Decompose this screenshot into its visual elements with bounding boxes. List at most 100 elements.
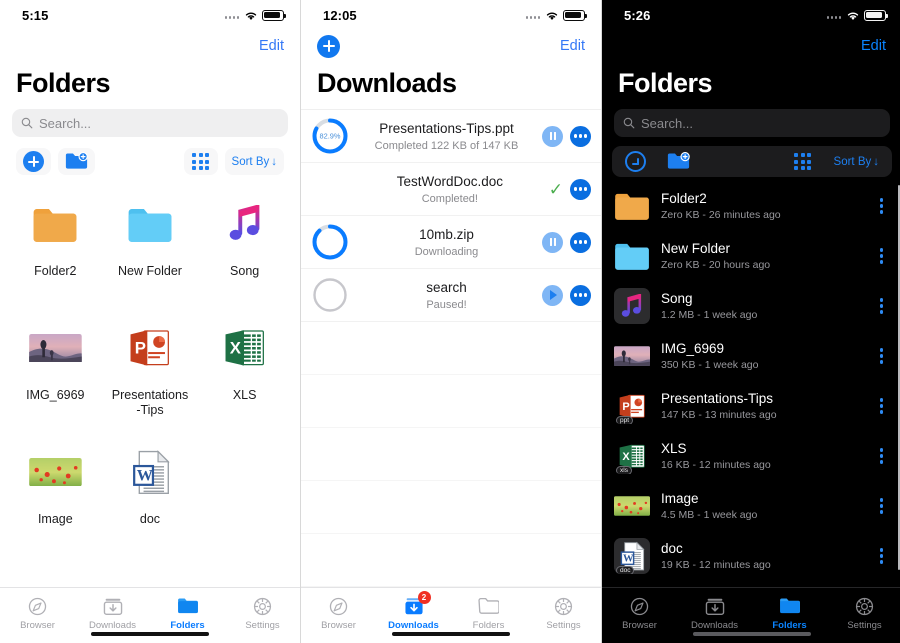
tab-folders[interactable]: Folders [752, 595, 827, 631]
row-menu-button[interactable] [877, 194, 886, 217]
row-menu-button[interactable] [877, 444, 886, 467]
grid-view-button[interactable] [786, 148, 820, 175]
progress-ring: 82.9% [312, 118, 348, 154]
folder-item-label: Image [37, 512, 73, 526]
add-button[interactable] [16, 148, 51, 175]
folder-grid-item[interactable]: Song [197, 187, 292, 311]
folder-icon [177, 595, 198, 617]
folder-item-label: doc [139, 512, 161, 526]
pause-button[interactable] [542, 231, 563, 253]
sort-by-button[interactable]: Sort By ↓ [224, 148, 284, 175]
search-input[interactable]: Search... [614, 109, 890, 137]
svg-text:X: X [230, 339, 242, 358]
tab-settings[interactable]: Settings [225, 595, 300, 631]
folder-grid-item[interactable]: IMG_6969 [8, 311, 103, 435]
tab-browser[interactable]: Browser [602, 595, 677, 631]
download-row[interactable]: TestWordDoc.doc Completed! ✓ [301, 163, 601, 216]
home-indicator[interactable] [693, 632, 811, 636]
grid-view-button[interactable] [183, 148, 218, 175]
file-list-item[interactable]: Pppt Presentations-Tips 147 KB - 13 minu… [602, 381, 900, 431]
row-menu-button[interactable] [877, 394, 886, 417]
folder-grid-item[interactable]: Folder2 [8, 187, 103, 311]
tab-browser[interactable]: Browser [301, 595, 376, 631]
row-menu-button[interactable] [877, 294, 886, 317]
folder-grid-item[interactable]: W doc [103, 435, 198, 559]
more-options-button[interactable] [570, 231, 591, 253]
more-options-button[interactable] [570, 125, 591, 147]
tab-settings[interactable]: Settings [526, 595, 601, 631]
folder-blue-icon [127, 193, 173, 255]
row-menu-button[interactable] [877, 344, 886, 367]
download-row[interactable]: 10mb.zip Downloading [301, 216, 601, 269]
tab-folders[interactable]: Folders [150, 595, 225, 631]
svg-text:82.9%: 82.9% [320, 132, 341, 141]
powerpoint-icon: P [128, 317, 172, 379]
home-indicator[interactable] [91, 632, 209, 636]
edit-button[interactable]: Edit [259, 38, 284, 54]
download-status: Completed! [421, 192, 478, 205]
file-list-item[interactable]: Image 4.5 MB - 1 week ago [602, 481, 900, 531]
folder-grid-item[interactable]: New Folder [103, 187, 198, 311]
home-indicator[interactable] [392, 632, 510, 636]
tab-bar: Browser 2 Downloads Folders Settings [301, 587, 601, 643]
edit-button[interactable]: Edit [861, 38, 886, 54]
sort-by-button[interactable]: Sort By ↓ [827, 148, 886, 175]
downloads-badge: 2 [417, 591, 431, 604]
file-list-item[interactable]: IMG_6969 350 KB - 1 week ago [602, 331, 900, 381]
edit-button[interactable]: Edit [560, 38, 585, 54]
folder-grid-item[interactable]: Image [8, 435, 103, 559]
file-list-item[interactable]: New Folder Zero KB - 20 hours ago [602, 231, 900, 281]
row-menu-button[interactable] [877, 494, 886, 517]
progress-ring [313, 278, 347, 312]
download-status: Downloading [414, 245, 479, 258]
search-icon [623, 117, 635, 129]
file-list-item[interactable]: Wdoc doc 19 KB - 12 minutes ago [602, 531, 900, 581]
tab-downloads[interactable]: Downloads [75, 595, 150, 631]
photo-sunset-icon [29, 317, 82, 379]
download-icon [705, 595, 725, 617]
add-download-button[interactable] [317, 34, 340, 58]
empty-row [301, 481, 601, 534]
tab-downloads[interactable]: Downloads [677, 595, 752, 631]
photo-poppies-icon [614, 488, 650, 524]
tab-folders[interactable]: Folders [451, 595, 526, 631]
new-folder-button[interactable] [660, 148, 697, 175]
add-button[interactable] [618, 148, 653, 175]
tab-settings[interactable]: Settings [827, 595, 900, 631]
row-menu-button[interactable] [877, 244, 886, 267]
svg-text:X: X [622, 451, 630, 463]
status-time: 5:26 [624, 7, 651, 23]
tab-label: Browser [622, 620, 657, 631]
tab-downloads[interactable]: 2 Downloads [376, 591, 451, 631]
pause-button[interactable] [542, 125, 563, 147]
file-meta: 16 KB - 12 minutes ago [661, 459, 771, 471]
download-row[interactable]: search Paused! [301, 269, 601, 322]
file-list-item[interactable]: Folder2 Zero KB - 26 minutes ago [602, 181, 900, 231]
battery-icon [262, 9, 287, 21]
file-list-item[interactable]: Xxls XLS 16 KB - 12 minutes ago [602, 431, 900, 481]
progress-ring [312, 224, 348, 260]
status-time: 5:15 [22, 7, 49, 23]
download-title: TestWordDoc.doc [396, 173, 504, 189]
row-menu-button[interactable] [877, 544, 886, 567]
search-input[interactable]: Search... [12, 109, 288, 137]
tab-browser[interactable]: Browser [0, 595, 75, 631]
wifi-icon [244, 10, 257, 21]
excel-icon: X [223, 317, 267, 379]
tab-label: Downloads [691, 620, 738, 631]
battery-icon [563, 9, 588, 21]
play-button[interactable] [542, 284, 563, 306]
svg-text:W: W [623, 553, 634, 564]
sort-by-label: Sort By [833, 155, 872, 168]
folder-grid-item[interactable]: X XLS [197, 311, 292, 435]
download-row[interactable]: 82.9% Presentations-Tips.ppt Completed 1… [301, 110, 601, 163]
file-list-item[interactable]: Song 1.2 MB - 1 week ago [602, 281, 900, 331]
photo-sunset-icon [614, 338, 650, 374]
more-options-button[interactable] [570, 178, 591, 200]
folder-grid-item[interactable]: P Presentations -Tips [103, 311, 198, 435]
folder-toolbar: Sort By ↓ [10, 146, 290, 177]
folder-orange-icon [32, 193, 78, 255]
new-folder-button[interactable] [58, 148, 95, 175]
tab-label: Folders [472, 620, 505, 631]
more-options-button[interactable] [570, 284, 591, 306]
